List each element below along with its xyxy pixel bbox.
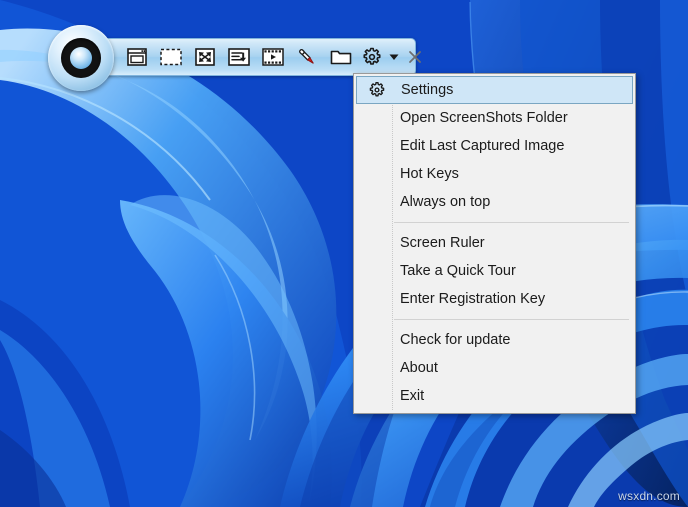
capture-fullscreen-button[interactable] <box>188 41 222 73</box>
menu-separator <box>394 319 629 320</box>
color-picker-button[interactable] <box>290 41 324 73</box>
capture-region-button[interactable] <box>154 41 188 73</box>
settings-dropdown-arrow[interactable] <box>386 41 402 73</box>
menu-item-label: Enter Registration Key <box>400 291 546 307</box>
menu-item-label: Take a Quick Tour <box>400 263 516 279</box>
menu-item-label: Always on top <box>400 194 491 210</box>
menu-item-label: Edit Last Captured Image <box>400 138 565 154</box>
menu-item-label: Hot Keys <box>400 166 459 182</box>
settings-menu-button[interactable] <box>358 41 386 73</box>
chevron-down-icon <box>389 54 399 60</box>
circle-target-logo-icon <box>70 47 92 69</box>
record-video-button[interactable] <box>256 41 290 73</box>
menu-item-always-on-top[interactable]: Always on top <box>354 188 635 216</box>
capture-scrolling-button[interactable] <box>222 41 256 73</box>
menu-item-label: Check for update <box>400 332 511 348</box>
watermark-text: wsxdn.com <box>618 489 680 503</box>
screen-root: Settings Open ScreenShots Folder Edit La… <box>0 0 688 507</box>
menu-item-check-for-update[interactable]: Check for update <box>354 326 635 354</box>
app-logo-knob[interactable] <box>48 25 114 91</box>
settings-context-menu[interactable]: Settings Open ScreenShots Folder Edit La… <box>353 73 636 414</box>
menu-item-take-a-quick-tour[interactable]: Take a Quick Tour <box>354 257 635 285</box>
menu-item-about[interactable]: About <box>354 354 635 382</box>
menu-item-hot-keys[interactable]: Hot Keys <box>354 160 635 188</box>
menu-separator <box>394 222 629 223</box>
close-x-icon <box>409 51 421 63</box>
capture-window-button[interactable] <box>120 41 154 73</box>
menu-item-settings[interactable]: Settings <box>356 76 633 104</box>
menu-item-label: Screen Ruler <box>400 235 485 251</box>
menu-item-open-screenshots-folder[interactable]: Open ScreenShots Folder <box>354 104 635 132</box>
menu-item-label: About <box>400 360 438 376</box>
menu-item-label: Settings <box>401 82 454 98</box>
open-folder-button[interactable] <box>324 41 358 73</box>
menu-item-edit-last-captured-image[interactable]: Edit Last Captured Image <box>354 132 635 160</box>
gear-icon <box>367 80 387 100</box>
menu-item-exit[interactable]: Exit <box>354 382 635 410</box>
menu-item-label: Exit <box>400 388 425 404</box>
menu-item-screen-ruler[interactable]: Screen Ruler <box>354 229 635 257</box>
toolbar-button-group[interactable] <box>120 38 428 76</box>
menu-item-label: Open ScreenShots Folder <box>400 110 568 126</box>
menu-item-enter-registration-key[interactable]: Enter Registration Key <box>354 285 635 313</box>
close-toolbar-button[interactable] <box>402 41 428 73</box>
